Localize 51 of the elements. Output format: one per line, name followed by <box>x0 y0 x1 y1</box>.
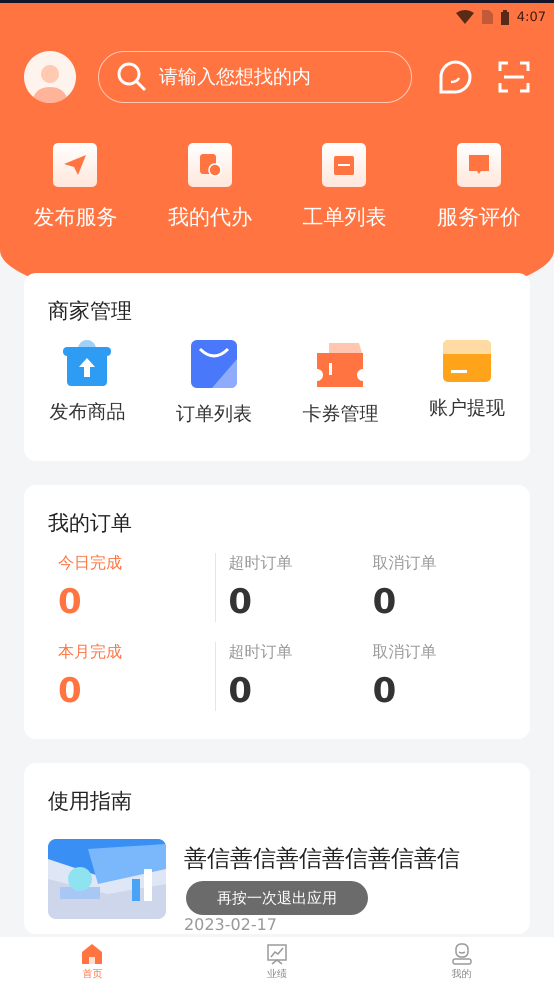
order-stat-label: 本月完成 <box>58 642 123 663</box>
order-stat-label: 今日完成 <box>58 553 123 574</box>
menu-label[interactable]: 账户提现 <box>428 395 505 421</box>
shortcut-label[interactable]: 发布服务 <box>33 203 118 231</box>
order-stat-value: 0 <box>58 671 83 711</box>
card-title: 使用指南 <box>48 788 133 815</box>
order-stat-value: 0 <box>228 582 253 622</box>
user-icon <box>450 942 473 964</box>
chart-board-icon <box>266 942 288 964</box>
tab[interactable]: 业绩 <box>184 937 370 986</box>
menu-label[interactable]: 订单列表 <box>176 401 252 427</box>
shortcut-label[interactable]: 我的代办 <box>168 203 252 231</box>
order-stat-label: 取消订单 <box>372 553 438 574</box>
search-icon <box>117 62 147 92</box>
wifi-icon <box>456 10 474 24</box>
article-date: 2023-02-17 <box>184 916 278 934</box>
shortcut-tile[interactable] <box>53 143 98 187</box>
upload-box-icon <box>62 339 112 387</box>
order-stat-label: 超时订单 <box>228 553 294 574</box>
paper-plane-icon <box>63 154 88 176</box>
order-stat-label: 取消订单 <box>372 642 438 663</box>
menu-label[interactable]: 发布商品 <box>49 399 126 425</box>
card-title: 我的订单 <box>48 510 133 537</box>
wallet-card-icon <box>442 339 492 383</box>
order-stat-value: 0 <box>58 582 83 622</box>
shortcut-tile[interactable] <box>322 143 366 187</box>
tab[interactable]: 我的 <box>369 937 554 986</box>
status-time: 4:07 <box>516 10 546 24</box>
menu-label[interactable]: 卡券管理 <box>302 401 378 427</box>
order-stat-value: 0 <box>372 671 398 711</box>
shopping-bag-icon <box>190 339 238 389</box>
message-button[interactable] <box>438 60 472 94</box>
battery-icon <box>500 10 509 24</box>
card-title: 商家管理 <box>48 298 133 325</box>
order-stat-label: 超时订单 <box>228 642 294 663</box>
search-field[interactable]: 请输入您想找的内 <box>157 65 341 89</box>
tab[interactable]: 首页 <box>0 937 185 986</box>
shortcut-tile[interactable] <box>456 143 501 187</box>
order-stat-value: 0 <box>372 582 398 622</box>
document-clock-icon <box>198 153 222 177</box>
shortcut-label[interactable]: 工单列表 <box>302 203 386 231</box>
calendar-icon <box>332 153 356 177</box>
order-stat-value: 0 <box>228 671 253 711</box>
scan-button[interactable] <box>498 61 530 93</box>
home-icon <box>81 942 104 964</box>
article-title[interactable]: 善信善信善信善信善信善信 <box>184 843 460 874</box>
avatar[interactable] <box>24 51 76 103</box>
toast: 再按一次退出应用 <box>186 881 368 915</box>
shortcut-tile[interactable] <box>188 143 232 187</box>
shortcut-label[interactable]: 服务评价 <box>436 203 521 231</box>
search-bar[interactable]: 请输入您想找的内 <box>98 51 412 103</box>
